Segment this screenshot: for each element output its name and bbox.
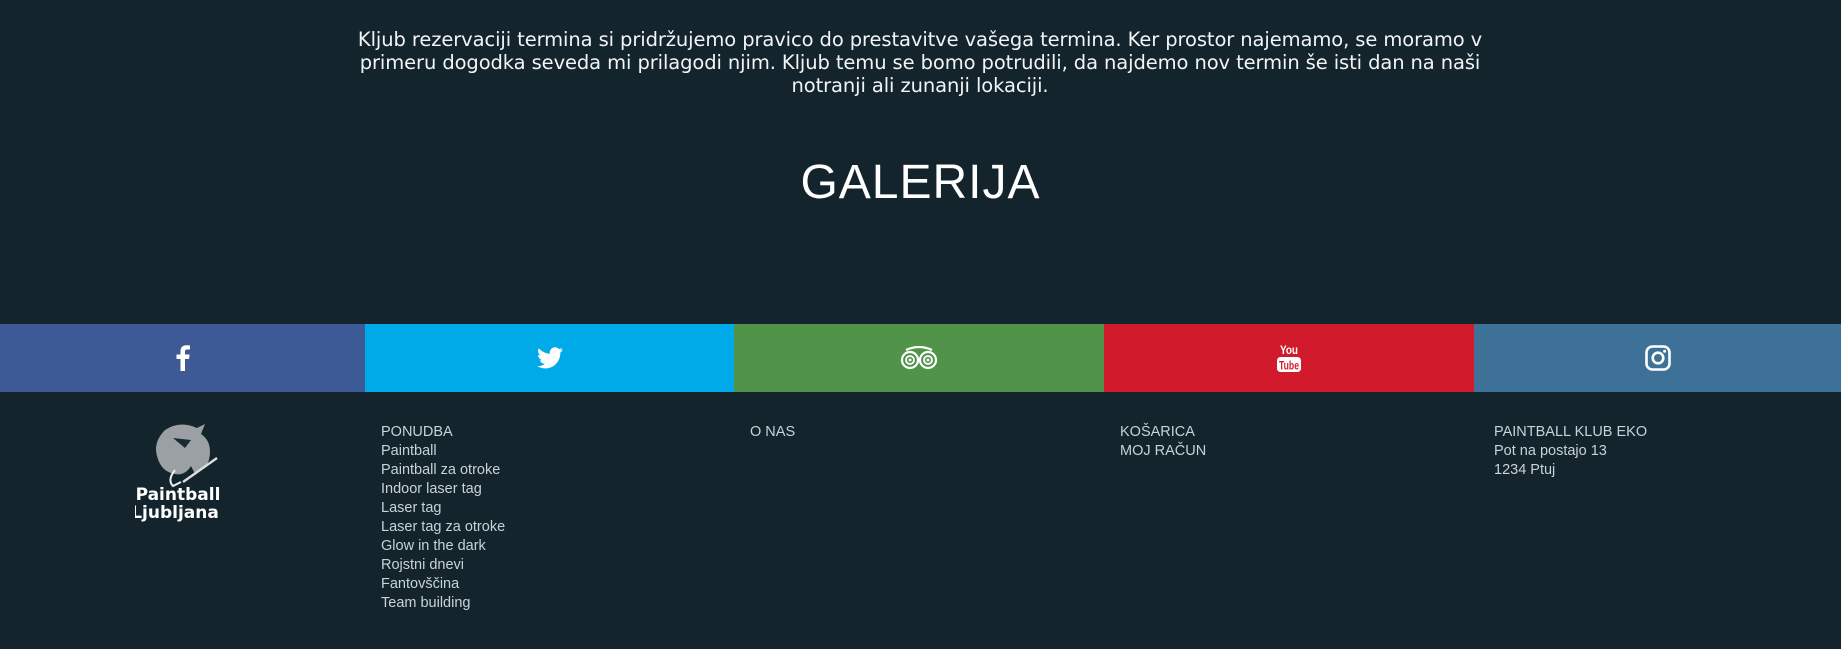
footer-link-glow-in-the-dark[interactable]: Glow in the dark: [381, 537, 505, 556]
footer-link-laser-tag-za-otroke[interactable]: Laser tag za otroke: [381, 518, 505, 537]
footer-onas-column: O NAS: [750, 423, 795, 442]
footer-ponudba-heading[interactable]: PONUDBA: [381, 423, 505, 442]
logo-line2: Ljubljana: [135, 503, 219, 523]
footer-link-moj-racun[interactable]: MOJ RAČUN: [1120, 442, 1206, 461]
svg-text:Tube: Tube: [1279, 359, 1299, 373]
footer-link-fantovscina[interactable]: Fantovščina: [381, 575, 505, 594]
instagram-icon: [1644, 345, 1671, 371]
logo-line1: Paintball: [136, 485, 221, 505]
tripadvisor-icon: [900, 346, 938, 370]
footer-link-paintball-za-otroke[interactable]: Paintball za otroke: [381, 461, 505, 480]
gallery-heading: GALERIJA: [800, 156, 1041, 209]
footer-kosarica-column: KOŠARICA MOJ RAČUN: [1120, 423, 1206, 461]
club-street: Pot na postajo 13: [1494, 443, 1607, 459]
facebook-icon: [176, 345, 190, 371]
social-bar: You Tube: [0, 324, 1841, 392]
club-city: 1234 Ptuj: [1494, 462, 1556, 478]
footer-club-address: PAINTBALL KLUB EKO Pot na postajo 13 123…: [1494, 423, 1647, 480]
twitter-icon: [536, 347, 563, 369]
facebook-link[interactable]: [0, 324, 365, 392]
paintball-ljubljana-logo[interactable]: Paintball Ljubljana: [131, 420, 225, 530]
instagram-link[interactable]: [1474, 324, 1841, 392]
footer-ponudba-column: PONUDBA Paintball Paintball za otroke In…: [381, 423, 505, 613]
twitter-link[interactable]: [365, 324, 734, 392]
youtube-link[interactable]: You Tube: [1104, 324, 1474, 392]
svg-text:You: You: [1280, 343, 1298, 357]
footer-link-laser-tag[interactable]: Laser tag: [381, 499, 505, 518]
footer-link-kosarica[interactable]: KOŠARICA: [1120, 423, 1206, 442]
club-name: PAINTBALL KLUB EKO: [1494, 424, 1648, 440]
footer-link-indoor-laser-tag[interactable]: Indoor laser tag: [381, 480, 505, 499]
reservation-notice: Kljub rezervaciji termina si pridržujemo…: [357, 27, 1483, 97]
footer-link-paintball[interactable]: Paintball: [381, 442, 505, 461]
footer-link-rojstni-dnevi[interactable]: Rojstni dnevi: [381, 556, 505, 575]
youtube-icon: You Tube: [1276, 342, 1302, 374]
footer-link-o-nas[interactable]: O NAS: [750, 423, 795, 442]
footer-link-team-building[interactable]: Team building: [381, 594, 505, 613]
tripadvisor-link[interactable]: [734, 324, 1104, 392]
